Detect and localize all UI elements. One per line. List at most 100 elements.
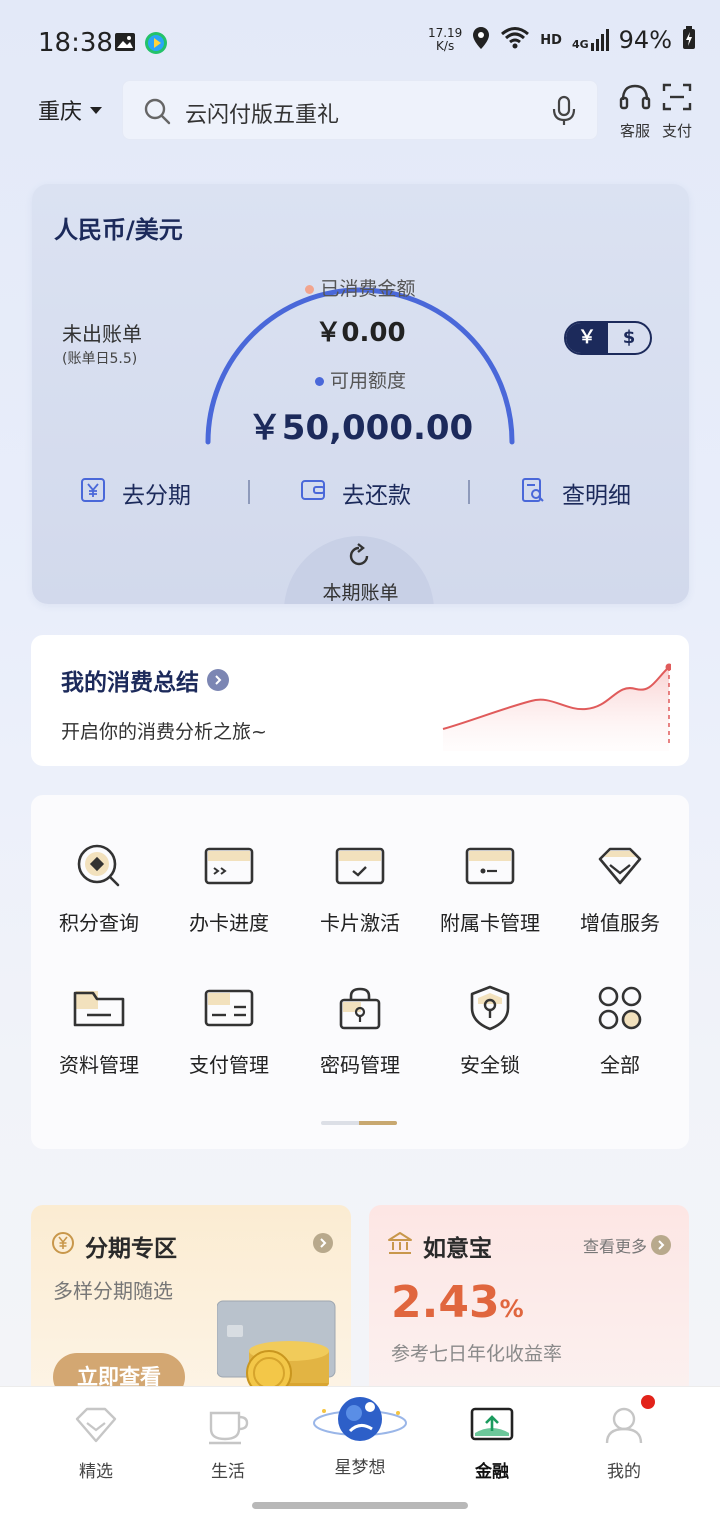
service-sub-card-management[interactable]: 附属卡管理 bbox=[425, 841, 555, 936]
sub-card-icon bbox=[425, 841, 555, 891]
life-cup-icon bbox=[205, 1411, 251, 1449]
featured-icon bbox=[73, 1407, 119, 1449]
network-type: 4G bbox=[571, 38, 589, 51]
search-document-icon bbox=[520, 477, 546, 509]
video-app-icon bbox=[144, 31, 168, 59]
yield-rate-unit: % bbox=[499, 1295, 524, 1323]
notification-dot bbox=[641, 1395, 655, 1409]
customer-service-label: 客服 bbox=[619, 122, 650, 140]
currency-pair-title: 人民币/美元 bbox=[54, 216, 183, 244]
view-more-label: 查看更多 bbox=[582, 1237, 647, 1256]
home-indicator[interactable] bbox=[252, 1502, 468, 1509]
ruyibao-title-row: 如意宝 bbox=[387, 1229, 492, 1263]
available-dot bbox=[314, 377, 324, 386]
chevron-down-icon bbox=[90, 106, 103, 114]
pay-label: 支付 bbox=[661, 122, 692, 140]
nav-life[interactable]: 生活 bbox=[178, 1405, 278, 1482]
details-action[interactable]: 查明细 bbox=[520, 476, 631, 510]
service-label: 密码管理 bbox=[320, 1053, 400, 1077]
service-card-progress[interactable]: 办卡进度 bbox=[164, 841, 294, 936]
spending-summary-card[interactable]: 我的消费总结 开启你的消费分析之旅~ bbox=[31, 635, 689, 766]
shield-key-icon bbox=[425, 983, 555, 1033]
summary-subtitle: 开启你的消费分析之旅~ bbox=[61, 721, 267, 743]
diamond-icon bbox=[555, 841, 685, 891]
customer-service-button[interactable]: 客服 bbox=[611, 82, 659, 141]
available-label: 可用额度 bbox=[329, 370, 406, 392]
city-selector[interactable]: 重庆 bbox=[38, 94, 103, 126]
chevron-right-icon bbox=[207, 669, 229, 691]
microphone-icon[interactable] bbox=[551, 95, 577, 131]
service-label: 卡片激活 bbox=[320, 911, 400, 935]
folder-icon bbox=[34, 983, 164, 1033]
service-payment-management[interactable]: 支付管理 bbox=[164, 983, 294, 1078]
nav-label: 生活 bbox=[211, 1462, 245, 1482]
wifi-icon bbox=[500, 26, 530, 54]
net-speed: 17.19 K/s bbox=[428, 27, 462, 53]
nav-star-dream[interactable]: 星梦想 bbox=[310, 1391, 410, 1478]
installment-promo-card[interactable]: 分期专区 多样分期随选 立即查看 bbox=[31, 1205, 351, 1405]
action-divider bbox=[468, 480, 470, 504]
summary-title-row[interactable]: 我的消费总结 bbox=[61, 663, 229, 697]
yield-rate-label: 参考七日年化收益率 bbox=[391, 1343, 563, 1365]
search-input[interactable]: 云闪付版五重礼 bbox=[122, 80, 598, 140]
spent-dot bbox=[305, 285, 315, 294]
chevron-right-icon[interactable] bbox=[313, 1233, 333, 1253]
service-label: 资料管理 bbox=[59, 1053, 139, 1077]
search-placeholder: 云闪付版五重礼 bbox=[185, 103, 340, 128]
view-more-link[interactable]: 查看更多 bbox=[583, 1233, 671, 1257]
bank-building-icon bbox=[387, 1231, 413, 1261]
card-activate-icon bbox=[295, 841, 425, 891]
lock-icon bbox=[295, 983, 425, 1033]
installment-title: 分期专区 bbox=[85, 1236, 177, 1262]
service-value-added[interactable]: 增值服务 bbox=[555, 841, 685, 936]
wallet-icon bbox=[300, 477, 326, 509]
battery-icon bbox=[682, 26, 696, 54]
toggle-cny[interactable]: ￥ bbox=[566, 323, 608, 353]
yield-rate-value: 2.43 bbox=[391, 1277, 500, 1328]
ruyibao-title: 如意宝 bbox=[423, 1236, 492, 1262]
scan-icon bbox=[662, 83, 692, 116]
net-speed-unit: K/s bbox=[436, 39, 455, 53]
battery-percent: 94% bbox=[618, 26, 672, 54]
details-label: 查明细 bbox=[562, 483, 631, 509]
service-all[interactable]: 全部 bbox=[555, 983, 685, 1078]
yuan-installment-icon bbox=[80, 477, 106, 509]
service-label: 积分查询 bbox=[59, 911, 139, 935]
nav-profile[interactable]: 我的 bbox=[574, 1405, 674, 1482]
bottom-navigation: 精选 生活 星梦想 金融 我的 bbox=[0, 1386, 720, 1520]
service-label: 附属卡管理 bbox=[440, 911, 540, 935]
spending-trend-sparkline bbox=[442, 663, 671, 751]
headset-icon bbox=[619, 84, 651, 116]
service-label: 支付管理 bbox=[189, 1053, 269, 1077]
service-security-lock[interactable]: 安全锁 bbox=[425, 983, 555, 1078]
credit-card-coins-illustration bbox=[217, 1300, 336, 1396]
action-divider bbox=[248, 480, 250, 504]
service-card-activation[interactable]: 卡片激活 bbox=[295, 841, 425, 936]
gallery-notification-icon bbox=[114, 32, 136, 56]
service-profile-management[interactable]: 资料管理 bbox=[34, 983, 164, 1078]
repay-label: 去还款 bbox=[342, 483, 411, 509]
repay-action[interactable]: 去还款 bbox=[300, 476, 411, 510]
yuan-coin-icon bbox=[51, 1231, 75, 1261]
available-label-row: 可用额度 bbox=[32, 366, 689, 393]
hd-label: HD bbox=[540, 32, 562, 48]
ruyibao-promo-card[interactable]: 如意宝 查看更多 2.43% 参考七日年化收益率 支持还信用卡 bbox=[369, 1205, 689, 1405]
nav-label: 金融 bbox=[475, 1462, 509, 1482]
refresh-icon[interactable] bbox=[345, 542, 373, 574]
search-icon bbox=[143, 97, 171, 129]
nav-label: 我的 bbox=[607, 1462, 641, 1482]
payment-card-icon bbox=[164, 983, 294, 1033]
currency-toggle[interactable]: ￥ $ bbox=[564, 321, 652, 355]
service-label: 安全锁 bbox=[460, 1053, 520, 1077]
service-password-management[interactable]: 密码管理 bbox=[295, 983, 425, 1078]
current-bill-label[interactable]: 本期账单 bbox=[32, 578, 689, 604]
service-points-query[interactable]: 积分查询 bbox=[34, 841, 164, 936]
installment-action[interactable]: 去分期 bbox=[80, 476, 191, 510]
nav-finance[interactable]: 金融 bbox=[442, 1405, 542, 1482]
toggle-usd[interactable]: $ bbox=[608, 323, 650, 353]
nav-featured[interactable]: 精选 bbox=[46, 1405, 146, 1482]
profile-icon bbox=[601, 1407, 647, 1449]
scan-pay-button[interactable]: 支付 bbox=[653, 82, 701, 141]
location-icon bbox=[472, 26, 490, 54]
installment-label: 去分期 bbox=[122, 483, 191, 509]
